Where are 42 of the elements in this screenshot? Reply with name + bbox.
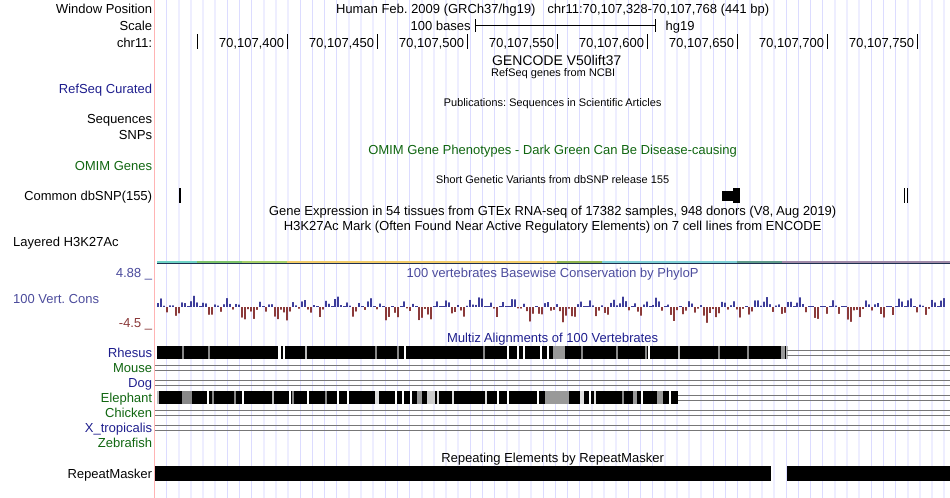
track-title: H3K27Ac Mark (Often Found Near Active Regulatory Elements) on 7 cell lines from ENCODE	[284, 219, 822, 232]
row-label: chr11:	[116, 36, 152, 48]
species-label[interactable]: Elephant	[100, 391, 152, 404]
track-title: Short Genetic Variants from dbSNP release 155	[436, 174, 670, 186]
coordinate-label: 70,107,550	[488, 36, 554, 49]
coordinate-label: 70,107,650	[668, 36, 734, 49]
coordinate-label: 70,107,500	[398, 36, 464, 49]
track-label[interactable]: OMIM Genes	[74, 158, 152, 172]
track-label[interactable]: Layered H3K27Ac	[13, 235, 119, 248]
species-label[interactable]: Mouse	[112, 361, 152, 374]
coordinate-label: 70,107,400	[218, 36, 284, 49]
coordinate-label: 70,107,450	[308, 36, 374, 49]
track-title: Publications: Sequences in Scientific Articles	[444, 98, 662, 108]
coordinate-label: 70,107,700	[758, 36, 824, 49]
coordinate-label: 70,107,750	[848, 36, 914, 49]
track-label[interactable]: RefSeq Curated	[58, 82, 152, 94]
track-title: OMIM Gene Phenotypes - Dark Green Can Be Disease-causing	[368, 143, 737, 156]
species-label[interactable]: Chicken	[105, 406, 152, 419]
row-label: Scale	[119, 19, 152, 32]
track-title: 100 vertebrates Basewise Conservation by PhyloP	[406, 266, 698, 279]
track-label[interactable]: Sequences	[86, 112, 152, 124]
track-title: GENCODE V50lift37	[492, 53, 622, 67]
position-text[interactable]: chr11:70,107,328-70,107,768 (441 bp)	[547, 2, 770, 15]
track-label[interactable]: 100 Vert. Cons	[0, 292, 99, 305]
track-title: Multiz Alignments of 100 Vertebrates	[446, 331, 658, 344]
row-label: Window Position	[56, 2, 152, 15]
axis-min-label: -4.5 _	[118, 316, 152, 329]
species-label[interactable]: X_tropicalis	[84, 421, 152, 434]
scale-length: 100 bases	[410, 19, 471, 32]
species-label[interactable]: Zebrafish	[98, 436, 152, 449]
track-label[interactable]: Common dbSNP(155)	[24, 188, 152, 202]
coordinate-label: 70,107,600	[578, 36, 644, 49]
species-label[interactable]: Dog	[128, 376, 152, 389]
track-title: Repeating Elements by RepeatMasker	[441, 451, 664, 464]
track-label[interactable]: RepeatMasker	[67, 467, 152, 480]
axis-max-label: 4.88 _	[116, 266, 152, 279]
species-label[interactable]: Rhesus	[108, 346, 152, 359]
assembly-name: Human Feb. 2009 (GRCh37/hg19)	[336, 2, 536, 15]
track-title: Gene Expression in 54 tissues from GTEx RNA-seq of 17382 samples, 948 donors (V8, Aug 2019)	[268, 204, 836, 217]
track-label[interactable]: SNPs	[118, 128, 152, 140]
assembly-label: hg19	[666, 19, 694, 32]
track-subtitle: RefSeq genes from NCBI	[491, 68, 616, 79]
